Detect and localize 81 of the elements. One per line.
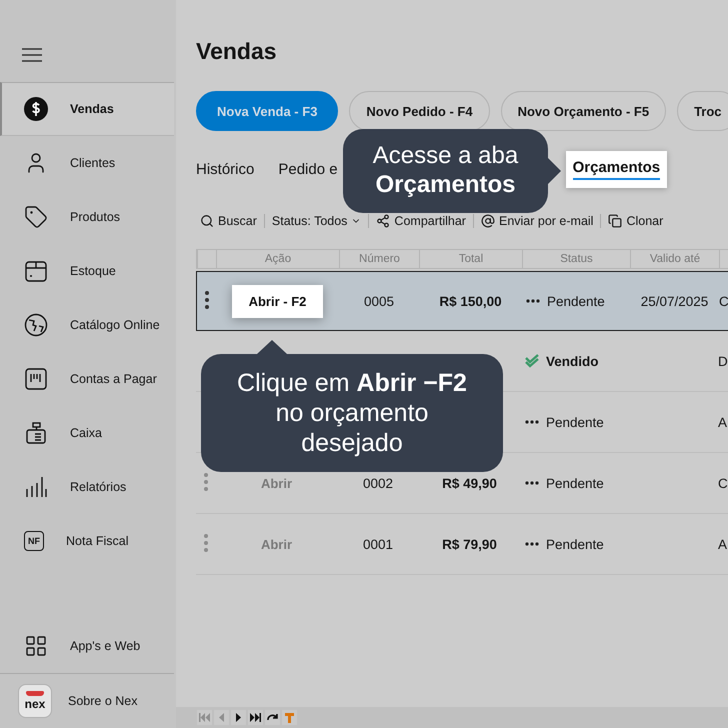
search-icon xyxy=(200,214,214,228)
more-icon xyxy=(526,299,540,303)
callout: Clique em Abrir −F2 no orçamento desejado xyxy=(201,354,503,472)
refresh-icon xyxy=(267,713,278,722)
tab[interactable]: Orçamentos xyxy=(566,151,668,188)
pager-button[interactable] xyxy=(231,710,246,725)
pager-button[interactable] xyxy=(265,710,280,725)
next-icon xyxy=(236,713,241,722)
page-title: Vendas xyxy=(196,38,278,65)
table-cell: C xyxy=(718,476,728,490)
more-icon xyxy=(525,481,539,485)
bar-chart-icon xyxy=(24,475,48,499)
more-icon xyxy=(525,542,539,546)
sidebar-item[interactable]: Relatórios xyxy=(0,460,174,514)
table-cell: 0001 xyxy=(362,536,394,552)
sidebar-item[interactable]: Caixa xyxy=(0,406,174,460)
column-header: Número xyxy=(339,250,419,268)
pager-button[interactable] xyxy=(248,710,263,725)
toolbar-button[interactable]: Status: Todos xyxy=(264,214,368,228)
drag-handle-icon[interactable] xyxy=(204,290,208,308)
status-label: Pendente xyxy=(547,294,605,308)
barcode-icon xyxy=(24,367,48,391)
double-check-icon xyxy=(525,354,539,368)
table-cell: D xyxy=(718,354,728,368)
sidebar-item[interactable]: nex Sobre o Nex xyxy=(0,674,174,728)
table-cell: C xyxy=(719,294,728,308)
more-icon xyxy=(525,420,539,424)
sidebar-item[interactable]: App's e Web xyxy=(0,619,174,673)
share-icon xyxy=(376,214,390,228)
drag-handle-icon[interactable] xyxy=(204,534,208,552)
table-cell: A xyxy=(718,536,728,552)
tab[interactable]: Histórico xyxy=(196,161,254,178)
selected-row[interactable]: Abrir - F2 0005 R$ 150,00 Pendente 25/07/2025 C xyxy=(196,271,728,331)
toolbar-button[interactable]: Buscar xyxy=(196,214,264,228)
column-header: Status xyxy=(522,250,630,268)
drag-handle-icon[interactable] xyxy=(204,472,208,490)
table-cell: A xyxy=(718,414,728,430)
toolbar-button[interactable]: Compartilhar xyxy=(368,214,473,228)
copy-icon xyxy=(608,214,622,228)
grid-icon xyxy=(24,634,48,658)
sidebar-item[interactable]: Contas a Pagar xyxy=(0,352,174,406)
menu-icon[interactable] xyxy=(22,48,42,62)
globe-icon xyxy=(24,313,48,337)
table-cell: R$ 79,90 xyxy=(442,536,497,552)
cash-register-icon xyxy=(24,421,48,445)
status-label: Vendido xyxy=(546,354,599,368)
sidebar-item[interactable]: Estoque xyxy=(0,244,174,298)
tag-icon xyxy=(24,205,48,229)
tab[interactable]: Pedido e xyxy=(278,161,338,178)
box-icon xyxy=(24,259,48,283)
toolbar-button[interactable]: Enviar por e-mail xyxy=(472,214,600,228)
sidebar-item[interactable]: Vendas xyxy=(0,82,174,136)
table-cell: R$ 150,00 xyxy=(439,294,502,308)
column-header: Total xyxy=(419,250,522,268)
toolbar-button[interactable]: Clonar xyxy=(600,214,670,228)
logo-icon: nex xyxy=(18,684,52,718)
sidebar-item[interactable]: Clientes xyxy=(0,136,174,190)
callout-pointer xyxy=(548,158,561,184)
table-cell: 0005 xyxy=(364,294,394,308)
last-page-icon xyxy=(250,713,261,722)
column-header: Valido até xyxy=(630,250,719,268)
status-label: Pendente xyxy=(546,414,604,430)
sidebar-item[interactable]: Catálogo Online xyxy=(0,298,174,352)
action-button[interactable]: Troc xyxy=(677,91,728,131)
column-header: Ação xyxy=(216,250,339,268)
table-cell: 0002 xyxy=(362,476,394,490)
table-cell: R$ 49,90 xyxy=(442,476,497,490)
at-icon xyxy=(480,214,495,228)
status-label: Pendente xyxy=(546,476,604,490)
callout: Acesse a aba Orçamentos xyxy=(343,129,548,213)
table-cell: 25/07/2025 xyxy=(640,294,708,308)
status-label: Pendente xyxy=(546,536,604,552)
first-page-icon xyxy=(199,713,210,722)
previous-icon xyxy=(219,713,224,722)
open-button[interactable]: Abrir - F2 xyxy=(232,284,324,318)
dollar-icon xyxy=(24,97,48,121)
sidebar-item[interactable]: NF Nota Fiscal xyxy=(0,514,174,568)
document-icon: NF xyxy=(24,531,44,551)
sidebar-item[interactable]: Produtos xyxy=(0,190,174,244)
filter-icon xyxy=(285,712,294,722)
callout-pointer xyxy=(257,340,287,354)
